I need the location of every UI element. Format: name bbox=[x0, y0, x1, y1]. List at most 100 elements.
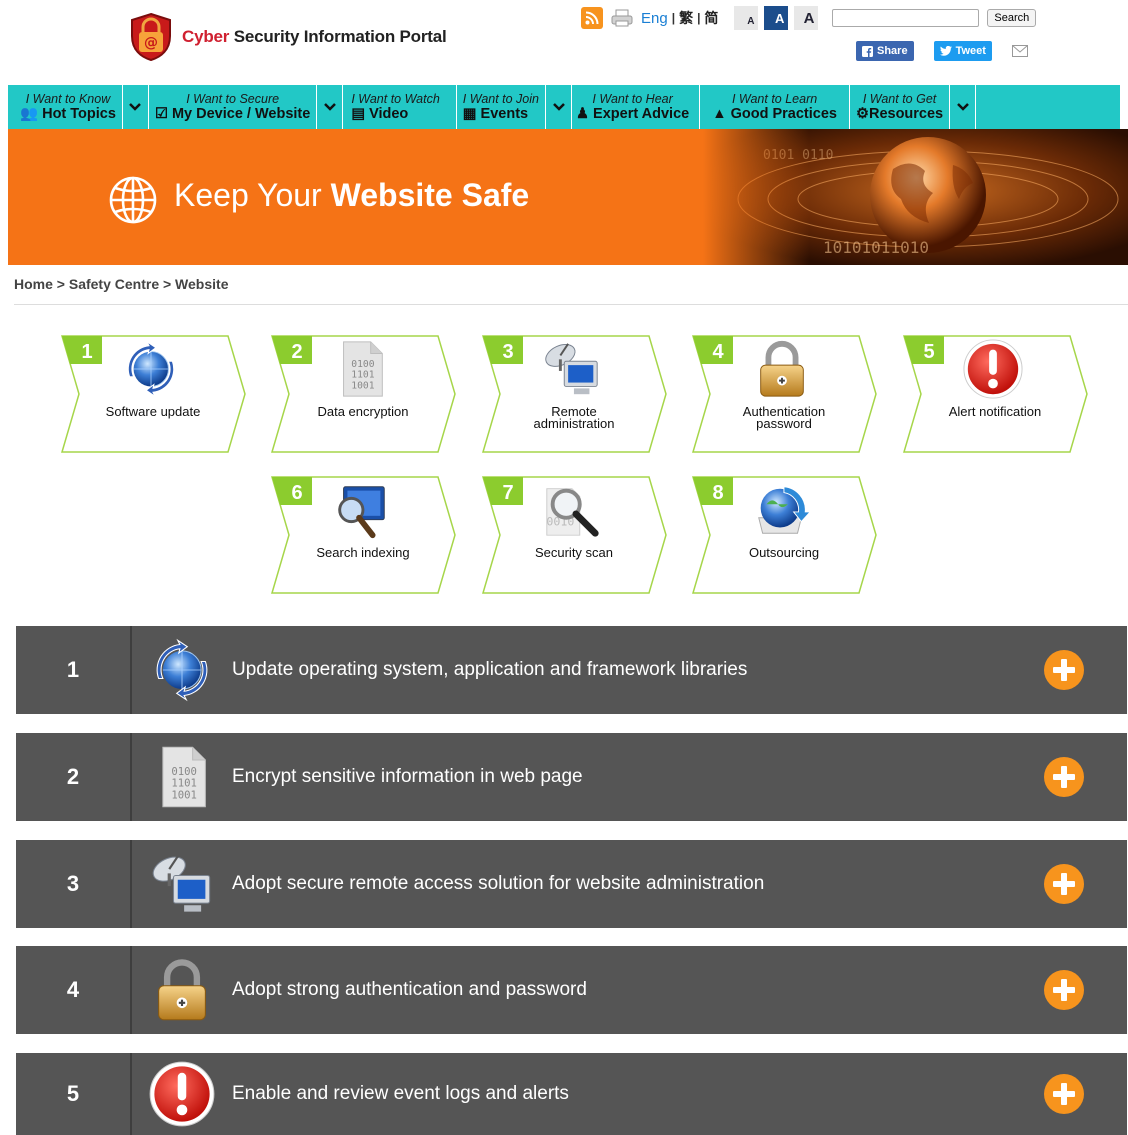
nav-video-link[interactable]: I Want to Watch ▤ Video bbox=[343, 85, 455, 129]
expand-plus-icon[interactable] bbox=[1043, 969, 1085, 1011]
step-label: Outsourcing bbox=[748, 545, 820, 560]
lang-english-link[interactable]: Eng bbox=[641, 10, 668, 27]
step-tile-authentication-password[interactable]: 4 Authentication password bbox=[691, 334, 877, 454]
nav-item-subtitle: I Want to Get bbox=[862, 91, 937, 106]
breadcrumb[interactable]: Home > Safety Centre > Website bbox=[14, 276, 228, 292]
shield-lock-logo-icon: @ bbox=[131, 12, 171, 62]
accordion-number: 5 bbox=[66, 1081, 80, 1106]
nav-item-title: ▦ Events bbox=[462, 105, 529, 122]
nav-resources-dropdown-toggle[interactable] bbox=[949, 85, 975, 129]
alert-icon bbox=[148, 1060, 216, 1128]
print-icon[interactable] bbox=[611, 9, 633, 27]
language-switcher: Eng | 繁 | 简 bbox=[641, 8, 718, 28]
satellite-computer-icon bbox=[541, 338, 603, 400]
lang-traditional-link[interactable]: 繁 bbox=[679, 8, 693, 28]
nav-item-hot-topics: I Want to Know 👥 Hot Topics bbox=[8, 85, 149, 129]
step-number: 3 bbox=[502, 341, 514, 363]
nav-item-subtitle: I Want to Watch bbox=[351, 91, 440, 106]
nav-expert-advice-link[interactable]: I Want to Hear ♟ Expert Advice bbox=[572, 85, 699, 129]
font-size-small-button[interactable]: A bbox=[734, 6, 759, 30]
refresh-globe-icon bbox=[120, 338, 182, 400]
accordion-title: Enable and review event logs and alerts bbox=[232, 1083, 569, 1104]
nav-item-expert-advice: I Want to Hear ♟ Expert Advice bbox=[572, 85, 701, 129]
accordion-item-1[interactable]: 1 Update operating system, application a… bbox=[16, 626, 1127, 714]
twitter-bird-icon bbox=[939, 46, 952, 56]
search-button[interactable]: Search bbox=[987, 9, 1037, 27]
nav-my-device-link[interactable]: I Want to Secure ☑ My Device / Website bbox=[149, 85, 316, 129]
users-icon: 👥 bbox=[20, 105, 39, 122]
utility-toolbar: Eng | 繁 | 简 A A A Search bbox=[581, 6, 1037, 30]
nav-item-title: ♟ Expert Advice bbox=[576, 105, 690, 122]
accordion-item-4[interactable]: 4 Adopt strong authentication and passwo… bbox=[16, 946, 1127, 1034]
accordion-title: Adopt strong authentication and password bbox=[232, 979, 587, 1000]
font-size-large-button[interactable]: A bbox=[794, 6, 819, 30]
cogs-icon: ⚙ bbox=[855, 105, 869, 122]
twitter-tweet-button[interactable]: Tweet bbox=[933, 41, 992, 61]
step-tile-outsourcing[interactable]: 8 Outsourcing bbox=[691, 475, 877, 595]
lang-separator: | bbox=[671, 11, 676, 25]
social-share-row: Share Tweet bbox=[856, 41, 1028, 61]
earth-globe-artwork: 10101011010 0101 0110 bbox=[703, 129, 1128, 265]
globe-outline-icon bbox=[109, 176, 157, 224]
binary-file-icon bbox=[148, 743, 216, 811]
expand-plus-icon[interactable] bbox=[1043, 756, 1085, 798]
expand-plus-icon[interactable] bbox=[1043, 649, 1085, 691]
accordion-title: Update operating system, application and… bbox=[232, 659, 748, 680]
expand-plus-icon[interactable] bbox=[1043, 1073, 1085, 1115]
nav-item-title: ▤ Video bbox=[351, 105, 409, 122]
accordion-icon-wrap bbox=[132, 1053, 232, 1135]
nav-item-title: ▲ Good Practices bbox=[712, 105, 837, 122]
lang-separator: | bbox=[697, 11, 701, 25]
step-label: Alert notification bbox=[948, 404, 1042, 419]
accordion-item-2[interactable]: 2 Encrypt sensitive information in web p… bbox=[16, 733, 1127, 821]
refresh-globe-icon bbox=[148, 636, 216, 704]
step-tile-security-scan[interactable]: 7 Security scan bbox=[481, 475, 667, 595]
step-tile-data-encryption[interactable]: 2 Data encryption bbox=[270, 334, 456, 454]
nav-hot-topics-dropdown-toggle[interactable] bbox=[121, 85, 148, 129]
facebook-share-button[interactable]: Share bbox=[856, 41, 914, 61]
step-tile-alert-notification[interactable]: 5 Alert notification bbox=[902, 334, 1088, 454]
step-number: 2 bbox=[291, 341, 303, 363]
magnifier-scan-icon bbox=[541, 479, 603, 541]
chevron-down-icon bbox=[552, 103, 565, 111]
font-size-medium-button[interactable]: A bbox=[764, 6, 789, 30]
accordion-icon-wrap bbox=[132, 733, 232, 821]
breadcrumb-divider bbox=[14, 304, 1128, 305]
step-tile-remote-administration[interactable]: 3 Remote administration bbox=[481, 334, 667, 454]
accordion-item-3[interactable]: 3 Adopt secure remote access solution fo… bbox=[16, 840, 1127, 928]
accordion-item-5[interactable]: 5 Enable and review event logs and alert… bbox=[16, 1053, 1127, 1135]
nav-events-link[interactable]: I Want to Join ▦ Events bbox=[457, 85, 545, 129]
nav-hot-topics-link[interactable]: I Want to Know 👥 Hot Topics bbox=[14, 85, 122, 129]
nav-item-title: ☑ My Device / Website bbox=[154, 105, 311, 122]
nav-events-dropdown-toggle[interactable] bbox=[545, 85, 571, 129]
padlock-icon bbox=[751, 338, 813, 400]
nav-resources-link[interactable]: I Want to Get ⚙Resources bbox=[850, 85, 949, 129]
step-label: Search indexing bbox=[316, 545, 410, 560]
step-label: Security scan bbox=[534, 545, 614, 560]
accordion-title: Encrypt sensitive information in web pag… bbox=[232, 766, 583, 787]
site-logo[interactable]: @ Cyber Security Information Portal bbox=[128, 12, 447, 62]
chevron-down-icon bbox=[956, 103, 969, 111]
search-input[interactable] bbox=[832, 9, 980, 27]
step-label: Remote administration bbox=[533, 404, 615, 431]
svg-text:@: @ bbox=[144, 35, 158, 51]
lang-simplified-link[interactable]: 简 bbox=[704, 8, 718, 28]
step-number: 1 bbox=[81, 341, 93, 363]
step-tile-search-indexing[interactable]: 6 Search indexing bbox=[270, 475, 456, 595]
alert-icon bbox=[962, 338, 1024, 400]
step-label: Authentication password bbox=[742, 404, 826, 431]
globe-arrows-icon bbox=[751, 479, 813, 541]
accordion-number: 4 bbox=[66, 977, 80, 1002]
step-label: Software update bbox=[105, 404, 201, 419]
nav-item-subtitle: I Want to Hear bbox=[592, 91, 673, 106]
graduation-cap-icon: ▲ bbox=[712, 105, 727, 122]
nav-item-my-device: I Want to Secure ☑ My Device / Website bbox=[149, 85, 344, 129]
expand-plus-icon[interactable] bbox=[1043, 863, 1085, 905]
nav-item-subtitle: I Want to Join bbox=[462, 91, 539, 106]
nav-my-device-dropdown-toggle[interactable] bbox=[316, 85, 342, 129]
email-icon[interactable] bbox=[1011, 45, 1028, 57]
rss-icon[interactable] bbox=[581, 7, 603, 29]
person-icon: ♟ bbox=[576, 105, 589, 122]
step-tile-software-update[interactable]: 1 Software update bbox=[60, 334, 246, 454]
nav-good-practices-link[interactable]: I Want to Learn ▲ Good Practices bbox=[700, 85, 849, 129]
